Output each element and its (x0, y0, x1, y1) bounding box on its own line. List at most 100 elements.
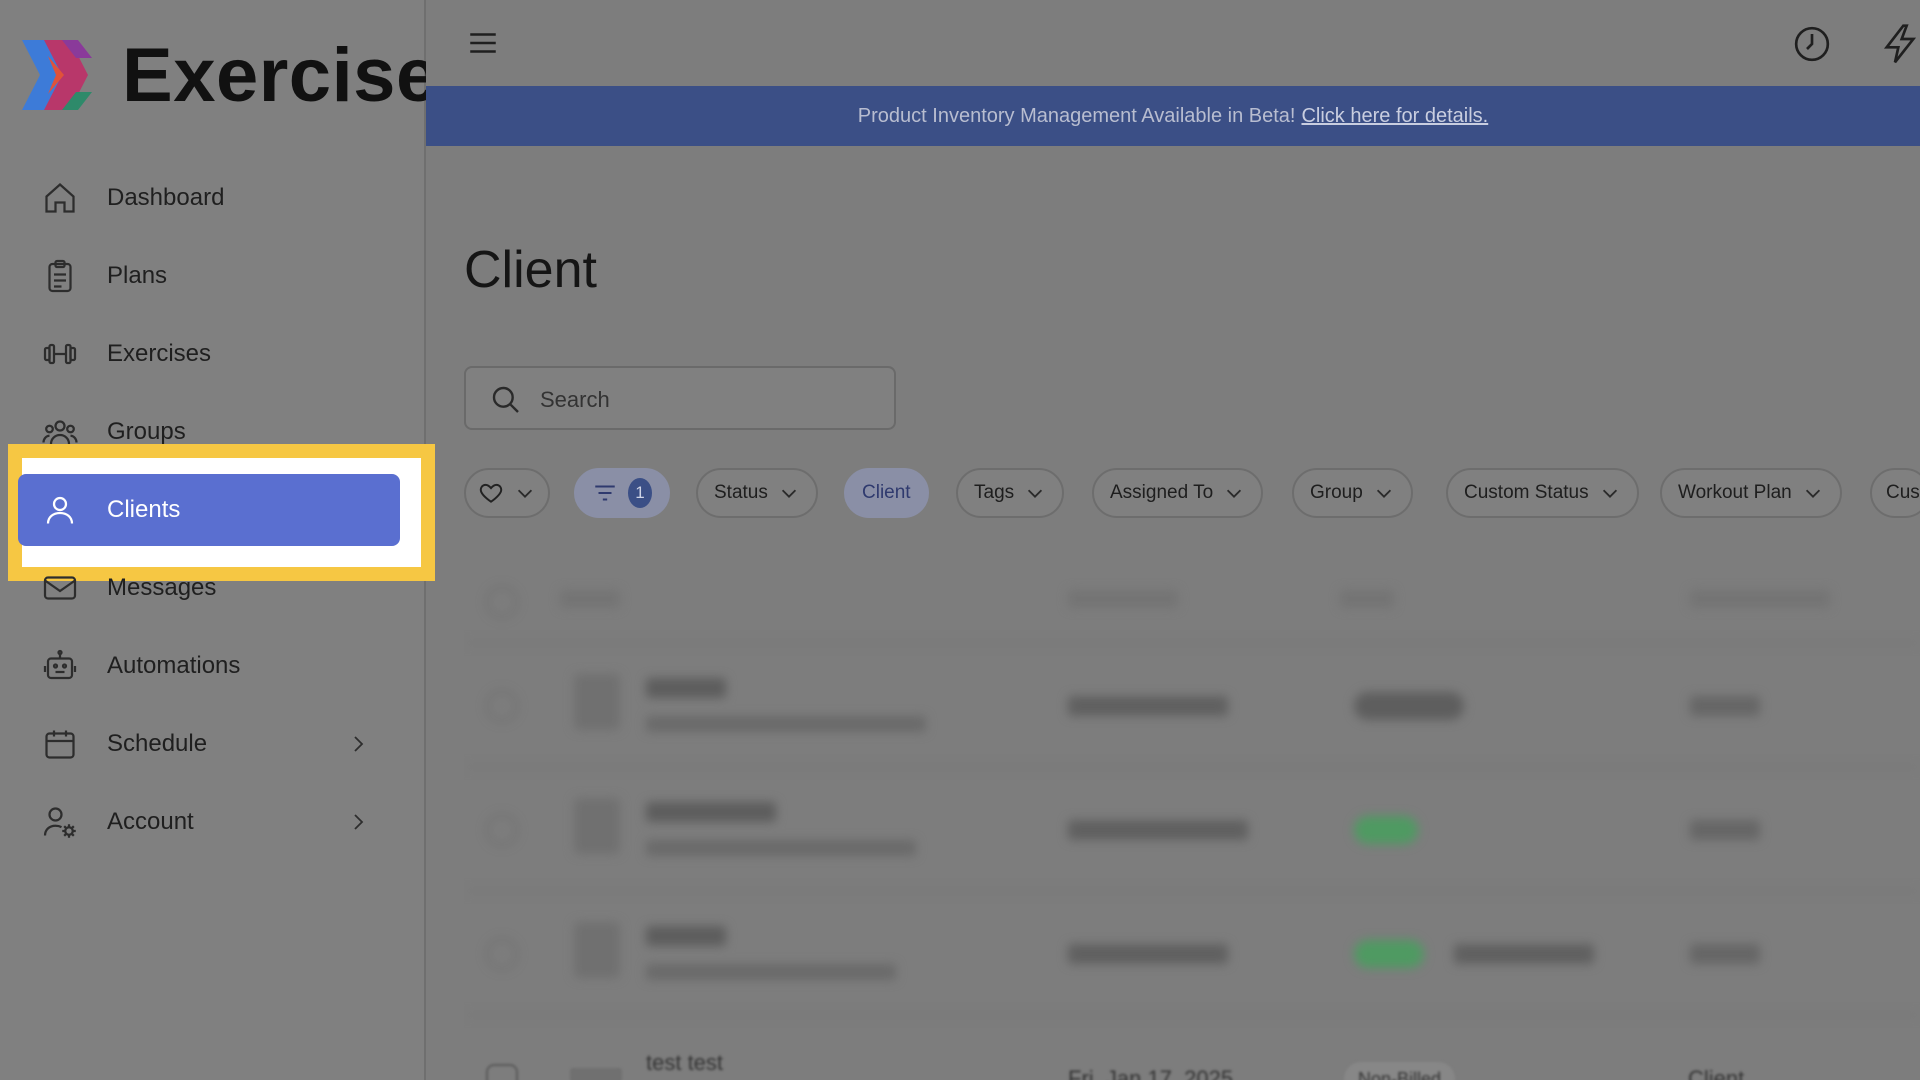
chip-label: Group (1310, 482, 1363, 503)
chip-label: Assigned To (1110, 482, 1214, 503)
banner-details-link[interactable]: Click here for details. (1301, 105, 1488, 128)
avatar (574, 798, 620, 854)
calendar-icon (42, 726, 78, 762)
sidebar-item-exercises[interactable]: Exercises (18, 318, 400, 390)
sidebar-item-dashboard[interactable]: Dashboard (18, 162, 400, 234)
workout-plan-filter[interactable]: Workout Plan (1660, 468, 1842, 518)
client-type: Client (1688, 1066, 1745, 1080)
search-box[interactable] (464, 366, 896, 430)
column-header (560, 590, 620, 608)
sidebar-item-label: Clients (107, 496, 181, 523)
select-all-checkbox[interactable] (486, 586, 518, 618)
sidebar-item-messages[interactable]: Messages (18, 552, 400, 624)
home-icon (42, 180, 78, 216)
chip-label: Client (862, 482, 911, 503)
chip-label: Cust (1886, 482, 1920, 503)
chevron-right-icon[interactable] (346, 810, 370, 834)
search-input[interactable] (538, 382, 872, 418)
dumbbell-icon (42, 336, 78, 372)
chip-label: Workout Plan (1678, 482, 1792, 503)
blurred-date (1454, 944, 1594, 964)
sidebar-item-account[interactable]: Account (18, 786, 400, 858)
blurred-email (646, 840, 916, 856)
chevron-right-icon[interactable] (346, 732, 370, 756)
chevron-down-icon (1802, 482, 1824, 504)
sidebar-item-label: Messages (107, 574, 217, 601)
custom-field-filter[interactable]: Cust (1870, 468, 1920, 518)
sidebar-item-label: Exercises (107, 340, 212, 367)
sidebar-item-automations[interactable]: Automations (18, 630, 400, 702)
row-checkbox[interactable] (486, 814, 518, 846)
beta-banner: Product Inventory Management Available i… (426, 86, 1920, 146)
filter-count-badge: 1 (628, 478, 652, 508)
sidebar-item-label: Plans (107, 262, 168, 289)
mail-icon (42, 570, 78, 606)
sidebar-item-groups[interactable]: Groups (18, 396, 400, 468)
blurred-name (646, 802, 776, 822)
brand-name: Exercise (122, 33, 439, 118)
robot-icon (42, 648, 78, 684)
sidebar-item-plans[interactable]: Plans (18, 240, 400, 312)
avatar (570, 1068, 622, 1080)
row-divider (464, 890, 1920, 892)
users-icon (42, 414, 78, 450)
chevron-down-icon (1223, 482, 1245, 504)
chevron-down-icon (1599, 482, 1621, 504)
user-gear-icon (42, 804, 78, 840)
billing-status-badge: Non-Billed (1344, 1062, 1456, 1080)
row-checkbox[interactable] (486, 1064, 518, 1080)
chip-label: Tags (974, 482, 1015, 503)
blurred-date (1068, 944, 1228, 964)
app-logo[interactable] (18, 36, 96, 114)
sidebar-item-label: Groups (107, 418, 186, 445)
blurred-date (1068, 696, 1228, 716)
column-header (1340, 590, 1394, 608)
blurred-date (1068, 820, 1248, 840)
row-divider (464, 1014, 1920, 1016)
active-filters-button[interactable]: 1 (574, 468, 670, 518)
banner-text: Product Inventory Management Available i… (857, 104, 1296, 127)
chevron-down-icon (1373, 482, 1395, 504)
heart-icon (478, 480, 504, 506)
assigned-to-filter[interactable]: Assigned To (1092, 468, 1264, 518)
chevron-down-icon (514, 482, 536, 504)
chevron-down-icon (1024, 482, 1046, 504)
top-bar (426, 0, 1920, 86)
blurred-status (1354, 940, 1424, 968)
bolt-icon[interactable] (1880, 22, 1920, 66)
chip-label: Custom Status (1464, 482, 1589, 503)
client-name[interactable]: test test (646, 1050, 723, 1076)
sidebar-item-label: Account (107, 808, 194, 835)
blurred-name (646, 926, 726, 946)
blurred-email (646, 964, 896, 980)
user-icon (42, 492, 78, 528)
search-icon (490, 384, 522, 416)
page-title: Client (464, 241, 597, 299)
tags-filter[interactable]: Tags (956, 468, 1065, 518)
clipboard-icon (42, 258, 78, 294)
sidebar-item-label: Dashboard (107, 184, 225, 211)
chevron-down-icon (778, 482, 800, 504)
client-type-chip[interactable]: Client (844, 468, 929, 518)
sidebar-item-schedule[interactable]: Schedule (18, 708, 400, 780)
group-filter[interactable]: Group (1292, 468, 1413, 518)
row-checkbox[interactable] (486, 690, 518, 722)
status-filter[interactable]: Status (696, 468, 818, 518)
avatar (574, 674, 620, 730)
chip-label: Status (714, 482, 768, 503)
hamburger-icon[interactable] (466, 26, 500, 60)
row-divider (464, 642, 1920, 644)
blurred-type (1690, 944, 1760, 964)
blurred-status (1354, 816, 1418, 844)
favorites-filter[interactable] (464, 468, 550, 518)
column-header (1068, 590, 1178, 608)
clock-icon[interactable] (1792, 24, 1832, 64)
custom-status-filter[interactable]: Custom Status (1446, 468, 1639, 518)
sidebar-item-label: Automations (107, 652, 241, 679)
row-checkbox[interactable] (486, 938, 518, 970)
sidebar-item-clients[interactable]: Clients (18, 474, 400, 546)
blurred-type (1690, 696, 1760, 716)
avatar (574, 922, 620, 978)
sidebar-item-label: Schedule (107, 730, 208, 757)
column-header (1690, 590, 1830, 608)
